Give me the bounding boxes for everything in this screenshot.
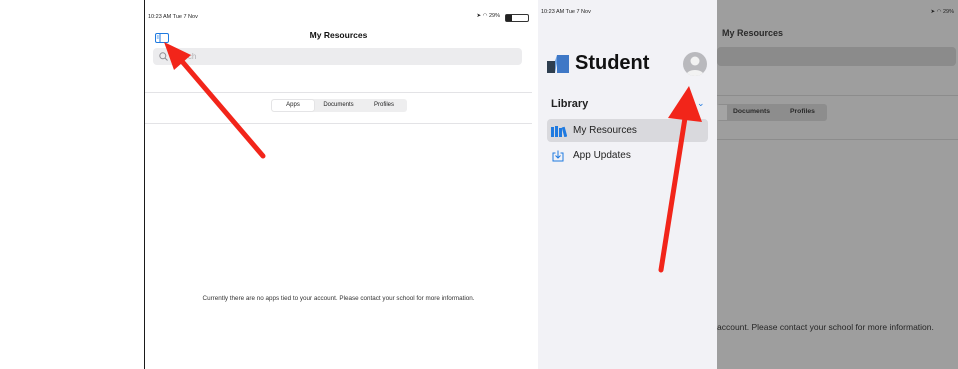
arrow-to-profile-avatar [658, 86, 702, 273]
arrow-to-sidebar-toggle [164, 42, 266, 159]
annotation-arrows [164, 42, 702, 273]
